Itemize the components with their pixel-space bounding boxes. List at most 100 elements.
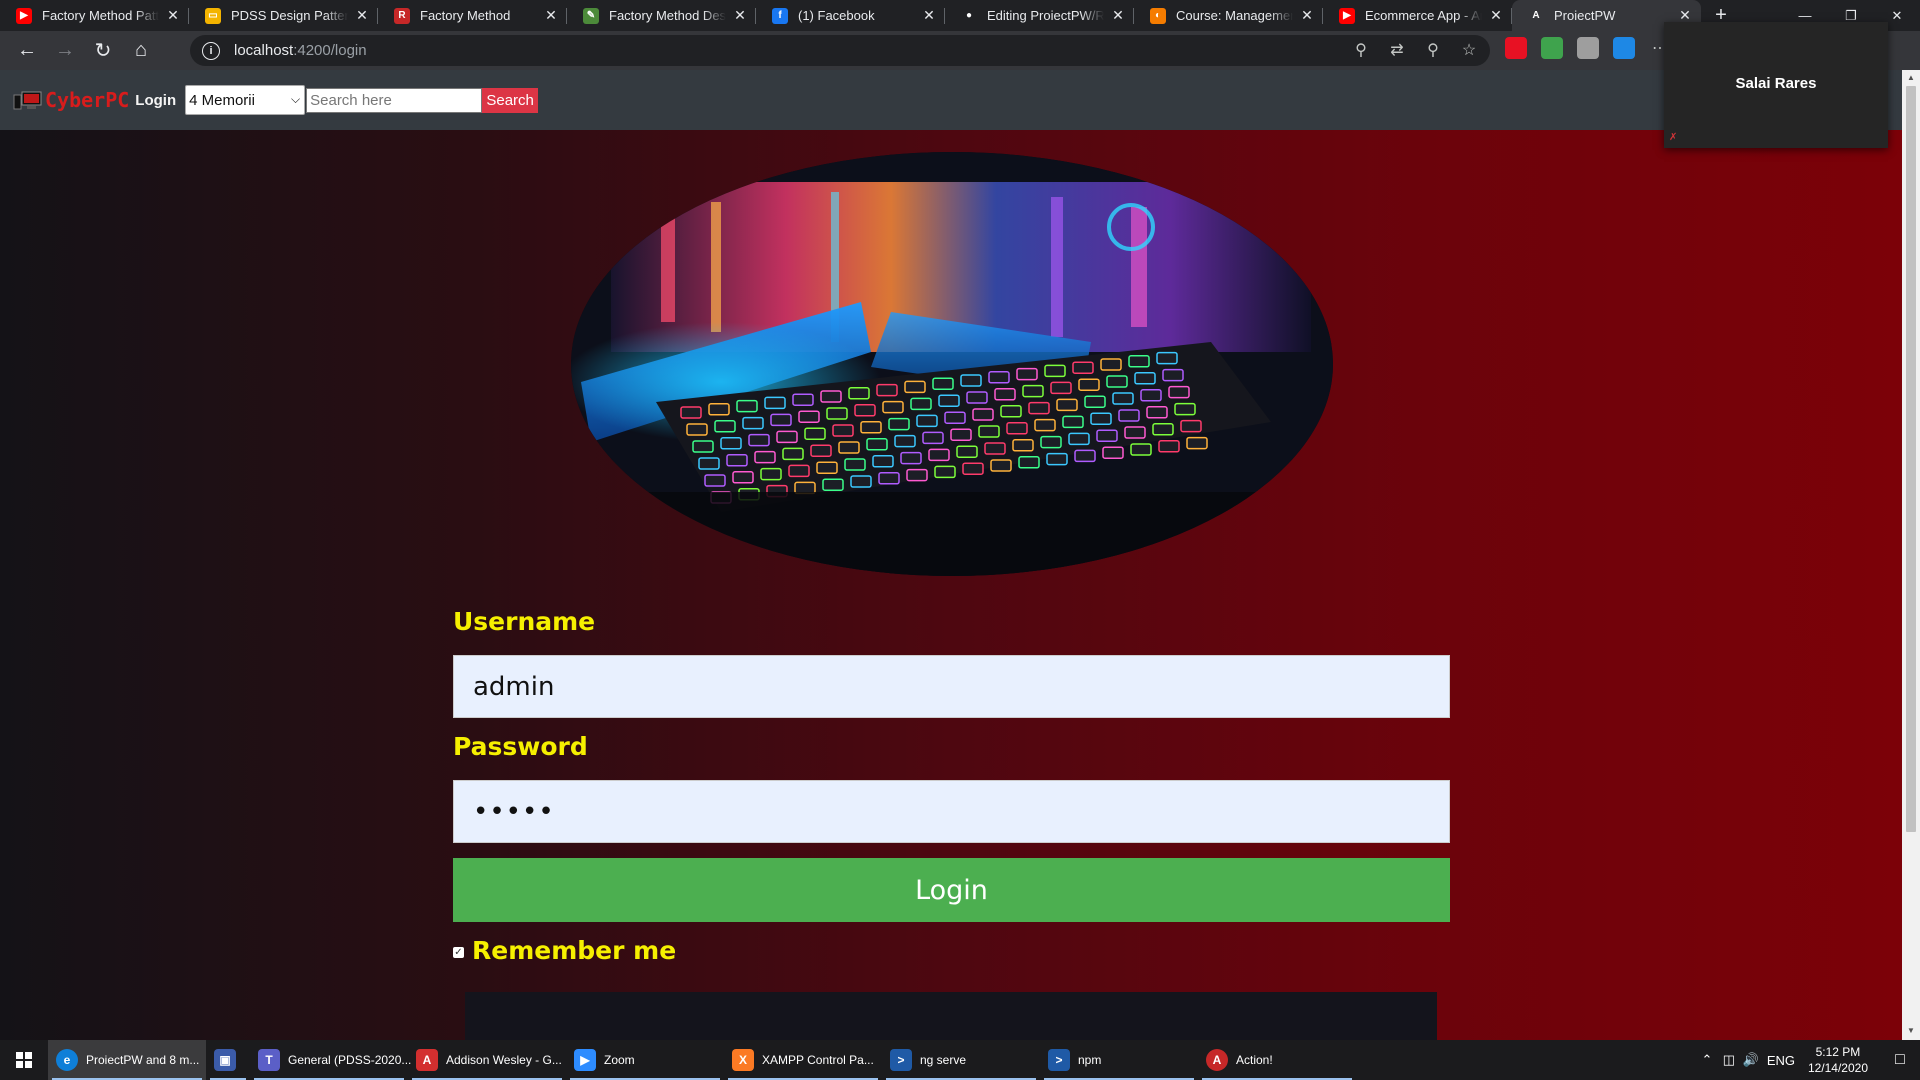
home-icon[interactable]: ⌂ xyxy=(124,34,158,68)
start-button[interactable] xyxy=(0,1040,48,1080)
keyboard-key xyxy=(748,433,770,447)
keyboard-key xyxy=(994,388,1016,401)
browser-tab[interactable]: ◐ Course: Management & ✕ xyxy=(1134,0,1323,31)
keyboard-key xyxy=(910,397,932,411)
keyboard-key xyxy=(1040,435,1062,449)
keyboard-key xyxy=(726,454,748,467)
taskbar-item[interactable]: X XAMPP Control Pa... xyxy=(724,1040,882,1080)
taskbar-item[interactable]: > ng serve xyxy=(882,1040,1040,1080)
call-participant-name: Salai Rares xyxy=(1735,75,1817,92)
taskbar-item[interactable]: A Action! xyxy=(1198,1040,1356,1080)
keyboard-key xyxy=(984,442,1006,455)
close-tab-icon[interactable]: ✕ xyxy=(1110,7,1126,24)
close-tab-icon[interactable]: ✕ xyxy=(1299,7,1315,24)
keyboard-key xyxy=(1078,378,1100,391)
volume-icon[interactable]: 🔊 xyxy=(1740,1052,1762,1068)
clock[interactable]: 5:12 PM 12/14/2020 xyxy=(1808,1044,1868,1076)
keyboard-key xyxy=(788,464,810,478)
keyboard-key xyxy=(1056,398,1078,412)
close-tab-icon[interactable]: ✕ xyxy=(921,7,937,24)
site-info-icon[interactable]: i xyxy=(202,41,220,60)
taskbar-item-label: ProiectPW and 8 m... xyxy=(86,1053,200,1067)
taskbar-item[interactable]: ▣ xyxy=(206,1040,250,1080)
extensions-area: ⋯ xyxy=(1505,37,1671,59)
keyboard-key xyxy=(1034,418,1056,432)
keyboard-key xyxy=(792,393,814,406)
keyboard-key xyxy=(838,441,860,454)
forward-icon[interactable]: → xyxy=(48,34,82,68)
scroll-thumb[interactable] xyxy=(1906,86,1916,832)
tab-title: Editing ProiectPW/REA xyxy=(987,8,1104,23)
reload-icon[interactable]: ↻ xyxy=(86,34,120,68)
browser-tab[interactable]: R Factory Method ✕ xyxy=(378,0,567,31)
keyboard-key xyxy=(1124,426,1146,439)
password-input[interactable]: ••••• xyxy=(453,780,1450,843)
scroll-up-arrow-icon[interactable]: ▲ xyxy=(1906,73,1916,83)
keyboard-key xyxy=(1140,389,1162,402)
keyboard-key xyxy=(906,468,928,482)
back-icon[interactable]: ← xyxy=(10,34,44,68)
content-panel xyxy=(465,992,1437,1040)
taskbar-item-label: ng serve xyxy=(920,1053,967,1067)
extension-icon[interactable] xyxy=(1505,37,1527,59)
remember-label[interactable]: Remember me xyxy=(472,936,676,965)
key-icon[interactable]: ⚲ xyxy=(1350,39,1372,61)
taskbar-item-label: Addison Wesley - G... xyxy=(446,1053,562,1067)
scroll-down-arrow-icon[interactable]: ▼ xyxy=(1906,1026,1916,1036)
page-scrollbar[interactable]: ▲ ▼ xyxy=(1902,70,1920,1040)
taskbar-item[interactable]: > npm xyxy=(1040,1040,1198,1080)
address-bar[interactable]: i localhost:4200/login ⚲ ⇄ ⚲ ☆ xyxy=(190,35,1490,66)
language-indicator[interactable]: ENG xyxy=(1762,1053,1800,1068)
close-tab-icon[interactable]: ✕ xyxy=(165,7,181,24)
tab-title: ProiectPW xyxy=(1554,8,1616,23)
notification-center-icon[interactable]: □ xyxy=(1880,1051,1920,1069)
memory-select[interactable]: 4 Memorii ⌵ xyxy=(185,85,306,115)
extension-icon[interactable] xyxy=(1613,37,1635,59)
close-tab-icon[interactable]: ✕ xyxy=(1488,7,1504,24)
keyboard-key xyxy=(1130,443,1152,456)
tab-title: (1) Facebook xyxy=(798,8,875,23)
zoom-icon[interactable]: ⚲ xyxy=(1422,39,1444,61)
chevron-up-icon[interactable]: ⌃ xyxy=(1696,1052,1718,1068)
search-button[interactable]: Search xyxy=(482,87,539,113)
password-label: Password xyxy=(453,732,588,761)
close-tab-icon[interactable]: ✕ xyxy=(732,7,748,24)
browser-tab[interactable]: ▶ Ecommerce App - Ang ✕ xyxy=(1323,0,1512,31)
keyboard-key xyxy=(1062,415,1084,429)
keyboard-key xyxy=(708,403,730,416)
keyboard-key xyxy=(1156,351,1178,365)
extension-icon[interactable] xyxy=(1541,37,1563,59)
keyboard-key xyxy=(928,448,950,462)
browser-tab[interactable]: ✎ Factory Method Design ✕ xyxy=(567,0,756,31)
url-text[interactable]: localhost:4200/login xyxy=(234,42,367,59)
browser-tab[interactable]: ● Editing ProiectPW/REA ✕ xyxy=(945,0,1134,31)
taskbar-item[interactable]: T General (PDSS-2020... xyxy=(250,1040,411,1080)
browser-tab[interactable]: ▭ PDSS Design Patterns - ✕ xyxy=(189,0,378,31)
browser-tab[interactable]: ▶ Factory Method Pattern ✕ xyxy=(0,0,189,31)
taskbar-item[interactable]: ▶ Zoom xyxy=(566,1040,724,1080)
keyboard-key xyxy=(1046,452,1068,466)
close-tab-icon[interactable]: ✕ xyxy=(354,7,370,24)
taskbar-item-label: XAMPP Control Pa... xyxy=(762,1053,874,1067)
keyboard-key xyxy=(1016,367,1038,381)
windows-taskbar: e ProiectPW and 8 m... ▣ T General (PDSS-202… xyxy=(0,1040,1920,1080)
keyboard-key xyxy=(1018,456,1040,469)
remember-checkbox[interactable]: ✓ xyxy=(453,947,464,958)
login-button[interactable]: Login xyxy=(453,858,1450,922)
taskbar-item[interactable]: e ProiectPW and 8 m... xyxy=(48,1040,206,1080)
translate-icon[interactable]: ⇄ xyxy=(1386,39,1408,61)
site-logo[interactable]: CyberPC xyxy=(13,85,129,115)
taskbar-item[interactable]: A Addison Wesley - G... xyxy=(408,1040,566,1080)
call-overlay-window[interactable]: Salai Rares ✗ xyxy=(1664,22,1888,148)
keyboard-key xyxy=(1074,449,1096,463)
bookmark-star-icon[interactable]: ☆ xyxy=(1458,39,1480,61)
nav-login-link[interactable]: Login xyxy=(135,92,176,109)
keyboard-key xyxy=(904,380,926,394)
search-input[interactable]: Search here xyxy=(306,87,483,113)
network-icon[interactable]: ◫ xyxy=(1718,1052,1740,1068)
keyboard-key xyxy=(1006,422,1028,435)
extension-icon[interactable] xyxy=(1577,37,1599,59)
close-tab-icon[interactable]: ✕ xyxy=(543,7,559,24)
username-input[interactable]: admin xyxy=(453,655,1450,718)
browser-tab[interactable]: f (1) Facebook ✕ xyxy=(756,0,945,31)
